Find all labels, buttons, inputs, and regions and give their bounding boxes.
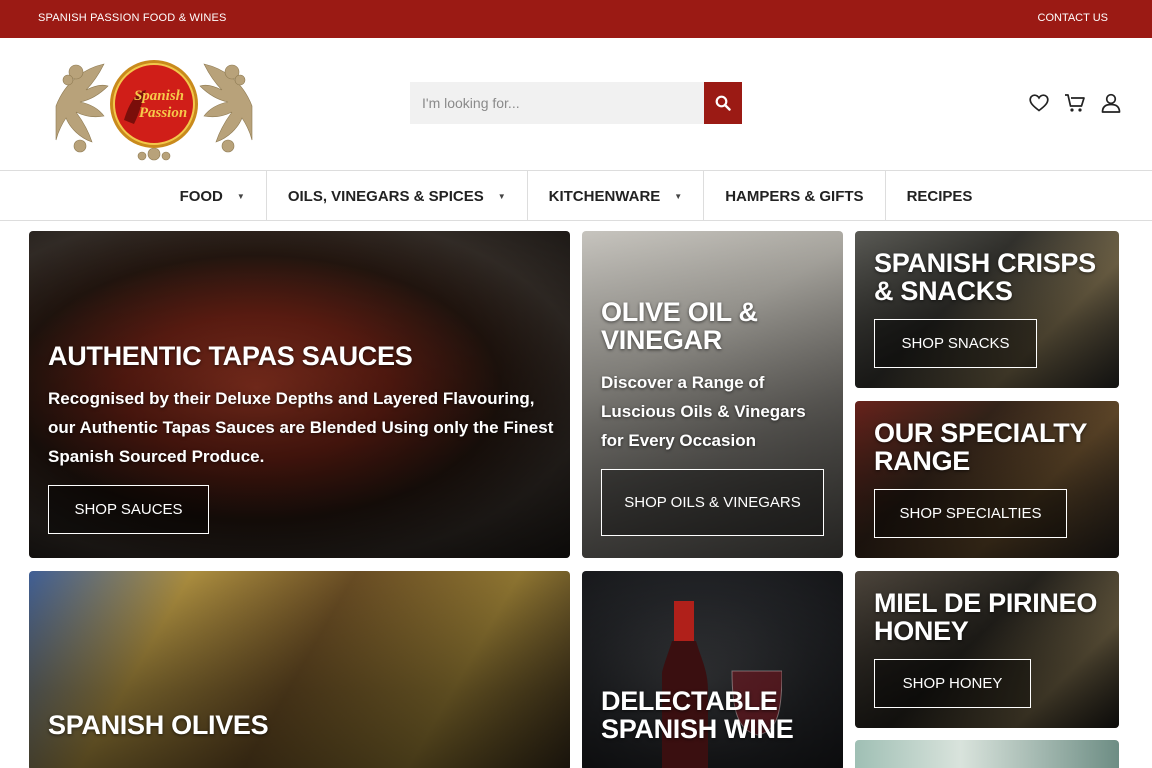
nav-item-label: OILS, VINEGARS & SPICES [287,187,484,205]
shop-honey-button[interactable]: SHOP HONEY [874,659,1031,708]
tile-title: MIEL DE PIRINEO HONEY [874,588,1098,646]
heart-icon [1029,94,1049,112]
main-nav: FOOD ▼ OILS, VINEGARS & SPICES ▼ KITCHEN… [0,171,1152,221]
wishlist-button[interactable] [1028,92,1050,114]
nav-item-food[interactable]: FOOD ▼ [159,171,267,221]
site-logo[interactable]: Spanish Passion [46,50,262,162]
tile-title: AUTHENTIC TAPAS SAUCES [48,341,413,371]
tile-crisps-snacks[interactable]: SPANISH CRISPS & SNACKS SHOP SNACKS [855,231,1119,388]
tile-description: Recognised by their Deluxe Depths and La… [48,389,554,466]
nav-item-label: KITCHENWARE [548,187,661,205]
shop-sauces-button[interactable]: SHOP SAUCES [48,485,209,534]
search-icon [715,95,731,111]
tile-partial-bottom[interactable] [855,740,1119,768]
shop-snacks-button[interactable]: SHOP SNACKS [874,319,1037,368]
nav-item-oils-vinegars-spices[interactable]: OILS, VINEGARS & SPICES ▼ [267,171,528,221]
tile-description: Discover a Range of Luscious Oils & Vine… [601,373,806,450]
tile-spanish-olives[interactable]: SPANISH OLIVES [29,571,570,768]
nav-item-label: FOOD [179,187,223,205]
tile-pirineo-honey[interactable]: MIEL DE PIRINEO HONEY SHOP HONEY [855,571,1119,728]
shop-oils-vinegars-button[interactable]: SHOP OILS & VINEGARS [601,469,824,536]
tile-title: OUR SPECIALTY RANGE [874,418,1087,476]
nav-item-hampers-gifts[interactable]: HAMPERS & GIFTS [704,171,886,221]
tile-title: DELECTABLE SPANISH WINE [601,686,794,744]
tile-title: SPANISH CRISPS & SNACKS [874,248,1096,306]
cart-button[interactable] [1064,92,1086,114]
search-input[interactable] [410,82,704,124]
logo-text-2: Passion [139,105,187,121]
header-actions [1028,92,1122,114]
search-bar [410,82,742,124]
tile-image [855,740,1119,768]
logo-text-1: Spanish [134,88,184,104]
tile-title: OLIVE OIL & VINEGAR [601,297,758,355]
shop-specialties-button[interactable]: SHOP SPECIALTIES [874,489,1067,538]
nav-item-kitchenware[interactable]: KITCHENWARE ▼ [528,171,705,221]
contact-us-link[interactable]: CONTACT US [1038,12,1109,24]
account-button[interactable] [1100,92,1122,114]
tile-tapas-sauces[interactable]: AUTHENTIC TAPAS SAUCES Recognised by the… [29,231,570,558]
tile-spanish-wine[interactable]: DELECTABLE SPANISH WINE [582,571,843,768]
tile-title: SPANISH OLIVES [48,710,269,740]
nav-item-recipes[interactable]: RECIPES [886,171,994,221]
top-bar-brand: SPANISH PASSION FOOD & WINES [38,12,227,24]
logo-emblem: Spanish Passion [55,60,253,161]
search-button[interactable] [704,82,742,124]
chevron-down-icon: ▼ [236,191,245,201]
top-bar: SPANISH PASSION FOOD & WINES CONTACT US [0,0,1152,38]
nav-item-label: RECIPES [906,187,973,205]
chevron-down-icon: ▼ [674,191,683,201]
tile-olive-oil-vinegar[interactable]: OLIVE OIL & VINEGAR Discover a Range of … [582,231,843,558]
tile-specialty-range[interactable]: OUR SPECIALTY RANGE SHOP SPECIALTIES [855,401,1119,558]
user-icon [1101,93,1121,113]
nav-item-label: HAMPERS & GIFTS [725,187,864,205]
cart-icon [1065,94,1085,112]
site-header: Spanish Passion [0,38,1152,171]
chevron-down-icon: ▼ [497,191,506,201]
